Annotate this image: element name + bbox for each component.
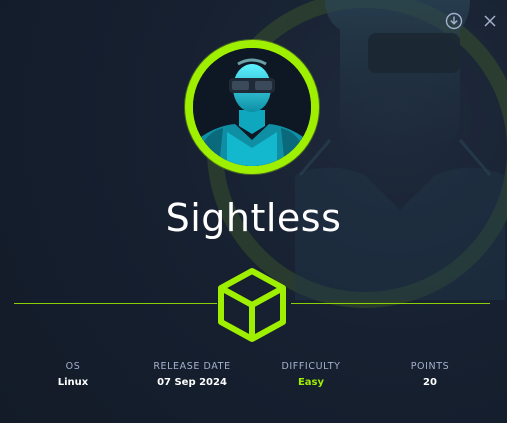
machine-name: Sightless <box>165 196 342 240</box>
toolbar <box>443 10 501 32</box>
divider-right <box>291 303 490 304</box>
stat-difficulty: DIFFICULTY Easy <box>251 361 371 388</box>
stat-label: RELEASE DATE <box>153 361 231 372</box>
stat-value: 07 Sep 2024 <box>157 377 227 388</box>
cube-icon <box>218 268 286 342</box>
download-icon[interactable] <box>443 10 465 32</box>
stat-label: OS <box>65 361 81 372</box>
stat-value: Linux <box>57 377 89 388</box>
stat-label: DIFFICULTY <box>281 361 341 372</box>
machine-card: Sightless OS Linux RELEASE DATE 07 Sep 2… <box>0 0 507 423</box>
stat-release-date: RELEASE DATE 07 Sep 2024 <box>132 361 252 388</box>
difficulty-badge: Easy <box>297 377 325 388</box>
avatar-image <box>193 48 311 166</box>
stat-label: POINTS <box>410 361 450 372</box>
close-icon[interactable] <box>479 10 501 32</box>
machine-avatar <box>185 40 319 174</box>
stat-value: 20 <box>423 377 437 388</box>
stat-points: POINTS 20 <box>370 361 490 388</box>
divider-left <box>14 303 217 304</box>
stat-os: OS Linux <box>13 361 133 388</box>
